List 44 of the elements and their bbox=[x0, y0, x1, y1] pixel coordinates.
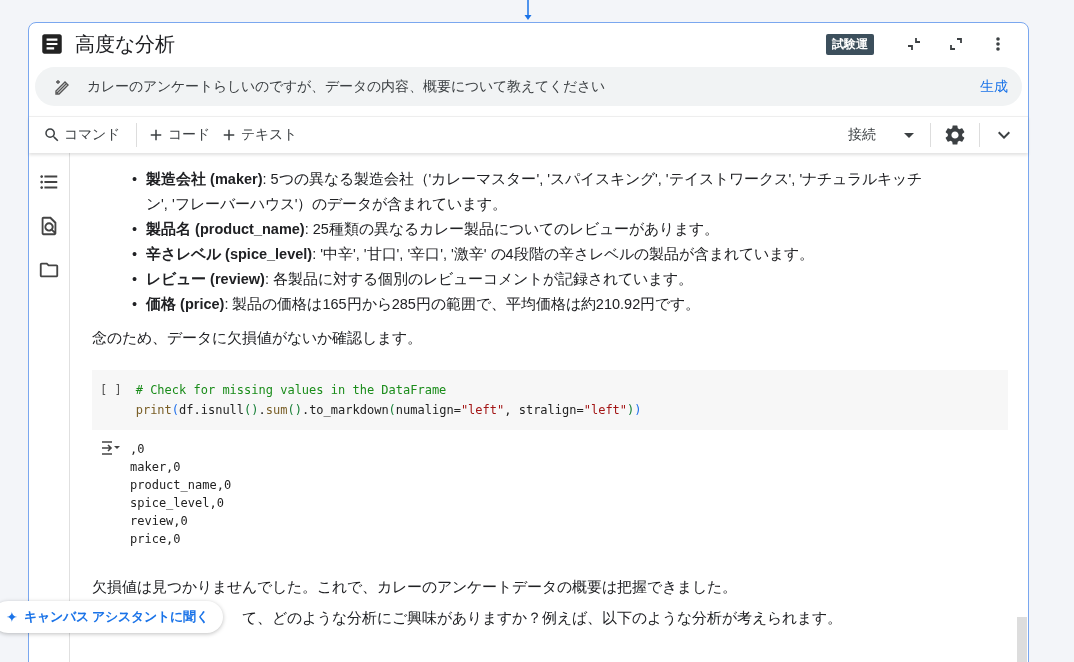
bullet-item: 製造会社 (maker): 5つの異なる製造会社（'カレーマスター', 'スパイスキング', 'テイストワークス', 'ナチュラルキッチン', 'フレーバーハウス'）のデータが含まれています。 bbox=[146, 170, 924, 214]
notebook-title: 高度な分析 bbox=[75, 31, 176, 57]
magic-pencil-icon bbox=[53, 77, 71, 96]
bullet-item: 価格 (price): 製品の価格は165円から285円の範囲で、平均価格は約210.92円です。 bbox=[146, 295, 701, 314]
output-line: review,0 bbox=[130, 513, 189, 530]
output-line: ,0 bbox=[130, 441, 146, 458]
bullet-marker: • bbox=[132, 245, 138, 264]
connect-button[interactable]: 接続 bbox=[846, 121, 922, 149]
bullet-marker: • bbox=[132, 170, 138, 189]
expand-icon bbox=[948, 36, 964, 52]
collapse-icon bbox=[905, 35, 923, 53]
dropdown-caret-icon bbox=[904, 132, 914, 138]
more-vertical-icon bbox=[996, 37, 1000, 51]
code-line: print(df.isnull().sum().to_markdown(numalign="left", stralign="left")) bbox=[135, 402, 642, 419]
command-button[interactable]: コマンド bbox=[41, 121, 128, 149]
prompt-field[interactable]: カレーのアンケートらしいのですが、データの内容、概要について教えてください 生成 bbox=[35, 67, 1022, 106]
code-cell[interactable]: [ ] # Check for missing values in the DataFrame print(df.isnull().sum().to_markdown(numalign="left", stralign="left")) bbox=[92, 370, 1008, 430]
bullet-marker: • bbox=[132, 270, 138, 289]
assistant-button[interactable]: ✦ キャンバス アシスタントに聞く bbox=[0, 601, 224, 633]
sparkle-icon: ✦ bbox=[6, 609, 18, 625]
output-toggle-icon bbox=[100, 440, 120, 456]
bullet-item: レビュー (review): 各製品に対する個別のレビューコメントが記録されています。 bbox=[146, 270, 693, 289]
output-line: spice_level,0 bbox=[130, 495, 225, 512]
generate-button[interactable]: 生成 bbox=[980, 77, 1008, 96]
paragraph: 念のため、データに欠損値がないか確認します。 bbox=[92, 328, 423, 348]
settings-icon bbox=[943, 123, 967, 147]
paragraph: て、どのような分析にご興味がありますか？例えば、以下のような分析が考えられます。 bbox=[242, 608, 843, 628]
code-line: # Check for missing values in the DataFrame bbox=[135, 382, 448, 399]
bullet-marker: • bbox=[132, 295, 138, 314]
output-line: maker,0 bbox=[130, 459, 182, 476]
connector-arrow bbox=[522, 0, 534, 22]
run-button[interactable]: [ ] bbox=[100, 380, 122, 400]
add-text-button[interactable]: テキスト bbox=[218, 121, 305, 149]
output-line: product_name,0 bbox=[130, 477, 232, 494]
search-icon bbox=[43, 126, 61, 144]
status-label: 試験運 bbox=[826, 33, 874, 55]
notebook-icon bbox=[39, 31, 65, 57]
bullet-item: 製品名 (product_name): 25種類の異なるカレー製品についてのレビューがあります。 bbox=[146, 220, 719, 239]
bullet-item: 辛さレベル (spice_level): '中辛', '甘口', '辛口', '激辛' の4段階の辛さレベルの製品が含まれています。 bbox=[146, 245, 814, 264]
add-code-button[interactable]: コード bbox=[145, 121, 218, 149]
prompt-text: カレーのアンケートらしいのですが、データの内容、概要について教えてください bbox=[87, 77, 606, 96]
output-line: price,0 bbox=[130, 531, 182, 548]
bullet-marker: • bbox=[132, 220, 138, 239]
paragraph: 欠損値は見つかりませんでした。これで、カレーのアンケートデータの概要は把握できました。 bbox=[92, 577, 738, 597]
